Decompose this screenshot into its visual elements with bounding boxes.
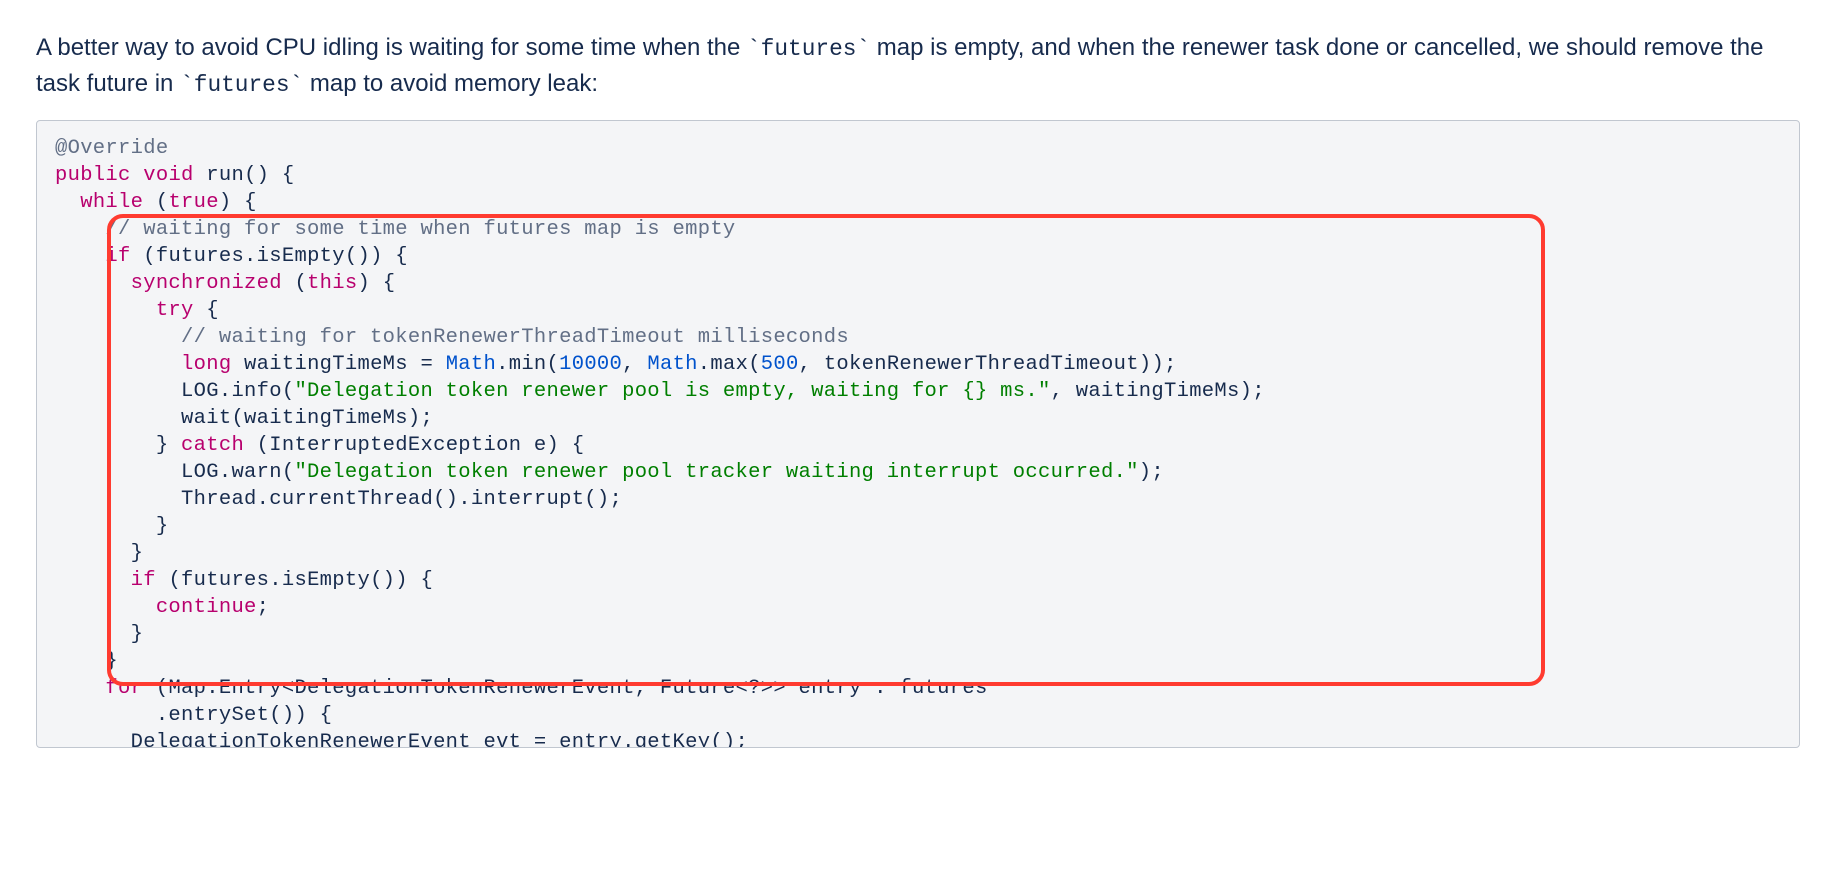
code-text: }	[105, 650, 118, 673]
code-indent	[55, 218, 105, 241]
code-indent	[55, 434, 156, 457]
code-keyword: while	[80, 191, 143, 214]
code-text: (	[282, 272, 307, 295]
code-indent	[55, 623, 131, 646]
code-indent	[55, 515, 156, 538]
code-text: waitingTimeMs =	[231, 353, 445, 376]
code-text: ,	[622, 353, 647, 376]
code-indent	[55, 191, 80, 214]
code-keyword: this	[307, 272, 357, 295]
code-text: LOG.info(	[181, 380, 294, 403]
code-comment: // waiting for some time when futures ma…	[105, 218, 735, 241]
code-block: @Override public void run() { while (tru…	[36, 120, 1800, 748]
code-number: 500	[761, 353, 799, 376]
code-indent	[55, 569, 131, 592]
code-keyword: if	[105, 245, 130, 268]
code-text: (futures.isEmpty()) {	[156, 569, 433, 592]
code-text: }	[131, 542, 144, 565]
code-text: run() {	[194, 164, 295, 187]
code-string: "Delegation token renewer pool tracker w…	[294, 461, 1138, 484]
code-string: "Delegation token renewer pool is empty,…	[294, 380, 1050, 403]
prose-text: A better way to avoid CPU idling is wait…	[36, 34, 747, 61]
code-text: }	[156, 515, 169, 538]
code-text: (InterruptedException e) {	[244, 434, 584, 457]
code-indent	[55, 299, 156, 322]
code-text: LOG.warn(	[181, 461, 294, 484]
code-keyword: for	[105, 677, 143, 700]
code-text: }	[156, 434, 181, 457]
code-text: .min(	[496, 353, 559, 376]
code-keyword: try	[156, 299, 194, 322]
code-indent	[55, 380, 181, 403]
code-literal: true	[168, 191, 218, 214]
code-indent	[55, 677, 105, 700]
prose-text: map to avoid memory leak:	[303, 70, 598, 97]
code-keyword: catch	[181, 434, 244, 457]
code-text: wait(waitingTimeMs);	[181, 407, 433, 430]
code-keyword: synchronized	[131, 272, 282, 295]
code-text: );	[1139, 461, 1164, 484]
code-keyword: public	[55, 164, 131, 187]
code-text: ) {	[219, 191, 257, 214]
code-keyword: long	[181, 353, 231, 376]
code-text: (futures.isEmpty()) {	[131, 245, 408, 268]
code-class: Math	[647, 353, 697, 376]
code-text: DelegationTokenRenewerEvent evt = entry.…	[131, 731, 749, 748]
explanatory-paragraph: A better way to avoid CPU idling is wait…	[36, 30, 1800, 102]
code-indent	[55, 650, 105, 673]
page-root: A better way to avoid CPU idling is wait…	[0, 0, 1836, 748]
code-keyword: continue	[156, 596, 257, 619]
code-indent	[55, 461, 181, 484]
code-text: (Map.Entry<DelegationTokenRenewerEvent, …	[143, 677, 987, 700]
code-text: Thread.currentThread().interrupt();	[181, 488, 622, 511]
code-indent	[55, 488, 181, 511]
code-text: (	[143, 191, 168, 214]
inline-code-futures-1: `futures`	[747, 36, 870, 62]
code-class: Math	[446, 353, 496, 376]
code-content: @Override public void run() { while (tru…	[37, 121, 1799, 748]
code-indent	[55, 596, 156, 619]
code-indent	[55, 245, 105, 268]
code-keyword: void	[143, 164, 193, 187]
code-annotation: @Override	[55, 137, 168, 160]
code-text: .entrySet()) {	[156, 704, 332, 727]
code-indent	[55, 353, 181, 376]
code-keyword: if	[131, 569, 156, 592]
code-indent	[55, 731, 131, 748]
code-number: 10000	[559, 353, 622, 376]
code-indent	[55, 542, 131, 565]
code-text: {	[194, 299, 219, 322]
code-text: , tokenRenewerThreadTimeout));	[799, 353, 1177, 376]
code-comment: // waiting for tokenRenewerThreadTimeout…	[181, 326, 849, 349]
code-text: , waitingTimeMs);	[1051, 380, 1265, 403]
code-text: ;	[257, 596, 270, 619]
code-indent	[55, 704, 156, 727]
code-text: .max(	[698, 353, 761, 376]
code-indent	[55, 407, 181, 430]
code-text: }	[131, 623, 144, 646]
code-indent	[55, 326, 181, 349]
code-text: ) {	[358, 272, 396, 295]
inline-code-futures-2: `futures`	[180, 72, 303, 98]
code-indent	[55, 272, 131, 295]
